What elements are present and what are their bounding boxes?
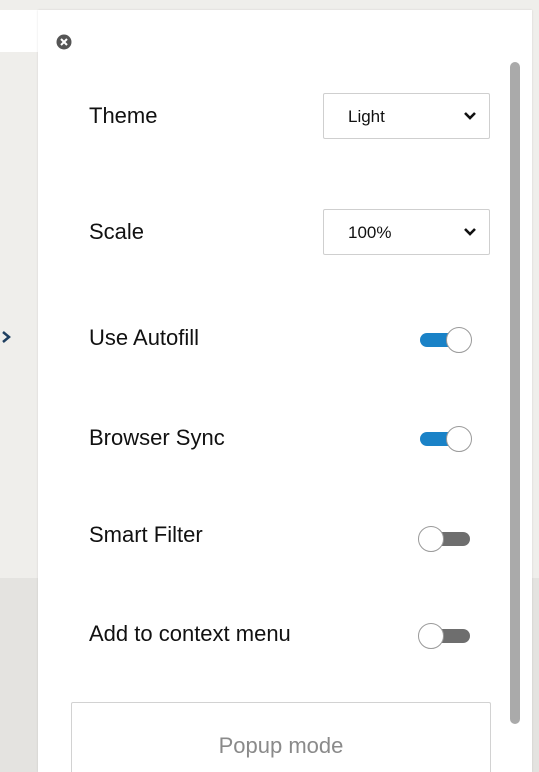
background-page-top xyxy=(0,0,539,10)
toggle-knob xyxy=(446,327,472,353)
scale-select[interactable]: 100% xyxy=(323,209,490,255)
toggle-knob xyxy=(446,426,472,452)
toggle-knob xyxy=(418,526,444,552)
theme-select-value: Light xyxy=(348,107,385,126)
chevron-down-icon xyxy=(464,228,476,236)
chevron-down-icon xyxy=(464,112,476,120)
smart-filter-label: Smart Filter xyxy=(89,522,203,547)
use-autofill-label: Use Autofill xyxy=(89,325,200,350)
theme-select[interactable]: Light xyxy=(323,93,490,139)
toggle-knob xyxy=(418,623,444,649)
popup-mode-button[interactable]: Popup mode xyxy=(71,702,491,772)
use-autofill-toggle[interactable] xyxy=(416,325,474,355)
chevron-right-icon xyxy=(2,331,11,343)
scale-select-value: 100% xyxy=(348,223,392,242)
smart-filter-toggle[interactable] xyxy=(416,524,474,554)
scale-label: Scale xyxy=(89,219,145,244)
close-icon[interactable] xyxy=(56,34,72,50)
popup-mode-label: Popup mode xyxy=(218,733,344,758)
settings-panel: Theme Light Scale 100% Use Autofill Brow… xyxy=(38,10,532,772)
browser-sync-toggle[interactable] xyxy=(416,424,474,454)
add-to-context-menu-toggle[interactable] xyxy=(416,621,474,651)
theme-label: Theme xyxy=(89,103,158,128)
add-to-context-menu-label: Add to context menu xyxy=(89,621,291,646)
browser-sync-label: Browser Sync xyxy=(89,425,225,450)
scrollbar-thumb[interactable] xyxy=(510,62,520,724)
